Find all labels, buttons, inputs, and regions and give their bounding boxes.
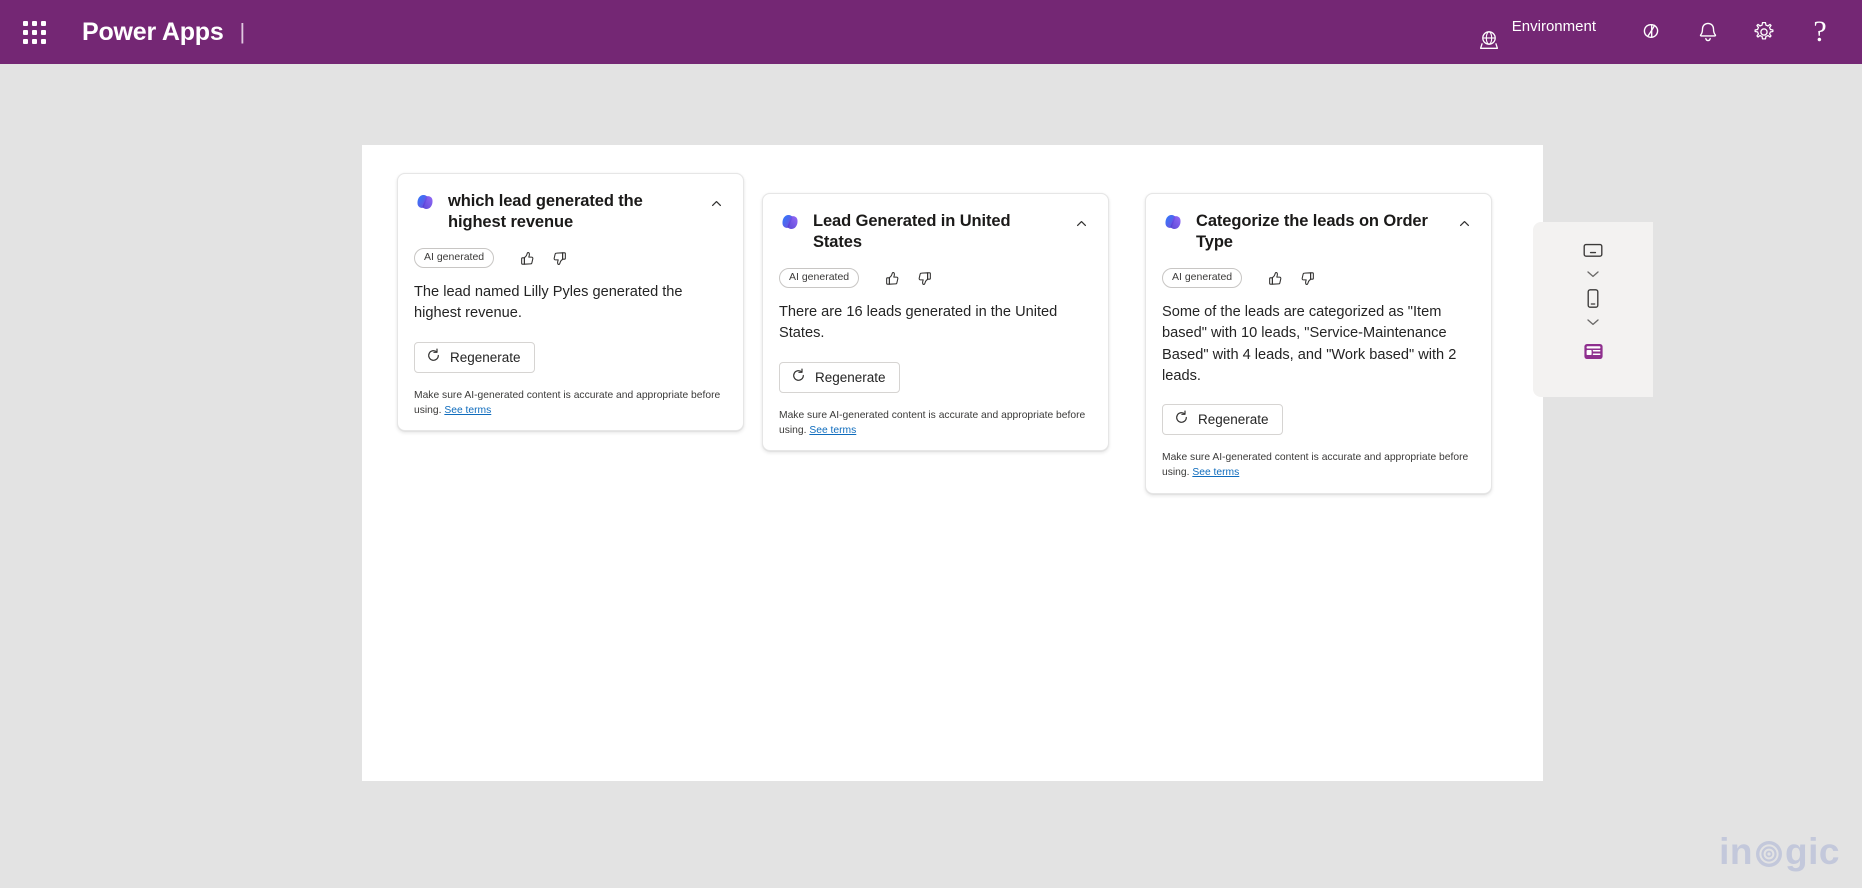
regenerate-button[interactable]: Regenerate xyxy=(1162,403,1283,435)
see-terms-link[interactable]: See terms xyxy=(444,405,491,416)
device-preview-panel xyxy=(1533,222,1653,397)
feedback-vote-group xyxy=(516,247,570,269)
ai-disclaimer: Make sure AI-generated content is accura… xyxy=(779,408,1092,439)
desktop-monitor-icon[interactable] xyxy=(1578,238,1608,264)
app-launcher-waffle-icon[interactable] xyxy=(10,0,58,64)
card-answer-text: There are 16 leads generated in the Unit… xyxy=(779,304,1058,342)
brand-divider: | xyxy=(239,19,246,44)
waffle-dot xyxy=(22,29,28,35)
mobile-phone-icon[interactable] xyxy=(1578,286,1608,312)
waffle-dot xyxy=(22,38,28,44)
copilot-icon xyxy=(414,191,436,213)
waffle-dots xyxy=(22,20,46,44)
card-title: which lead generated the highest revenue xyxy=(448,192,643,232)
card-title: Lead Generated in United States xyxy=(813,212,1011,252)
card-answer-text: The lead named Lilly Pyles generated the… xyxy=(414,284,683,322)
copilot-icon xyxy=(1162,211,1184,233)
environment-label: Environment xyxy=(1511,18,1596,35)
product-brand-name[interactable]: Power Apps xyxy=(82,18,224,47)
thumbs-down-icon[interactable] xyxy=(913,267,935,289)
thumbs-down-icon[interactable] xyxy=(548,247,570,269)
waffle-dot xyxy=(40,20,46,26)
refresh-icon xyxy=(426,348,441,366)
waffle-dot xyxy=(40,29,46,35)
question-mark-icon[interactable]: ? xyxy=(1792,4,1848,60)
environment-globe-icon xyxy=(1476,27,1502,58)
bell-icon[interactable] xyxy=(1680,4,1736,60)
copilot-icon xyxy=(779,211,801,233)
feedback-vote-group xyxy=(1264,267,1318,289)
inogic-watermark: in gic xyxy=(1719,833,1840,870)
chevron-down-icon[interactable] xyxy=(1580,265,1606,283)
help-glyph: ? xyxy=(1813,15,1827,48)
card-answer-text: Some of the leads are categorized as "It… xyxy=(1162,304,1457,384)
waffle-dot xyxy=(31,20,37,26)
ai-generated-badge: AI generated xyxy=(414,248,495,269)
waffle-dot xyxy=(22,20,28,26)
chevron-up-icon[interactable] xyxy=(1453,212,1475,234)
card-meta-row: AI generated xyxy=(414,247,727,269)
ai-generated-badge: AI generated xyxy=(779,268,860,289)
thumbs-up-icon[interactable] xyxy=(1264,267,1286,289)
see-terms-link[interactable]: See terms xyxy=(1192,467,1239,478)
regenerate-label: Regenerate xyxy=(815,369,886,385)
copilot-ribbon-icon[interactable] xyxy=(1624,4,1680,60)
ai-generated-badge: AI generated xyxy=(1162,268,1243,289)
card-title: Categorize the leads on Order Type xyxy=(1196,212,1428,252)
feedback-vote-group xyxy=(881,267,935,289)
regenerate-button[interactable]: Regenerate xyxy=(779,361,900,393)
waffle-dot xyxy=(40,38,46,44)
gear-icon[interactable] xyxy=(1736,4,1792,60)
card-meta-row: AI generated xyxy=(779,267,1092,289)
thumbs-down-icon[interactable] xyxy=(1296,267,1318,289)
ai-disclaimer: Make sure AI-generated content is accura… xyxy=(1162,450,1475,481)
watermark-text-after: gic xyxy=(1785,831,1840,872)
ai-disclaimer: Make sure AI-generated content is accura… xyxy=(414,388,727,419)
copilot-card: Categorize the leads on Order Type AI ge… xyxy=(1145,193,1492,494)
environment-selector[interactable]: Environment xyxy=(1476,0,1596,64)
thumbs-up-icon[interactable] xyxy=(881,267,903,289)
refresh-icon xyxy=(791,368,806,386)
waffle-dot xyxy=(31,38,37,44)
copilot-card: which lead generated the highest revenue… xyxy=(397,173,744,432)
see-terms-link[interactable]: See terms xyxy=(809,425,856,436)
thumbs-up-icon[interactable] xyxy=(516,247,538,269)
regenerate-label: Regenerate xyxy=(450,349,521,365)
card-meta-row: AI generated xyxy=(1162,267,1475,289)
app-root: Power Apps | Environment ? which lead ge… xyxy=(0,0,1862,888)
regenerate-button[interactable]: Regenerate xyxy=(414,341,535,373)
copilot-card: Lead Generated in United States AI gener… xyxy=(762,193,1109,452)
card-header: Lead Generated in United States xyxy=(779,210,1092,253)
watermark-text-before: in xyxy=(1719,831,1754,872)
card-header: Categorize the leads on Order Type xyxy=(1162,210,1475,253)
chevron-down-icon[interactable] xyxy=(1580,313,1606,331)
waffle-dot xyxy=(31,29,37,35)
topbar-icon-group: ? xyxy=(1624,4,1848,60)
regenerate-label: Regenerate xyxy=(1198,411,1269,427)
chevron-up-icon[interactable] xyxy=(1070,212,1092,234)
refresh-icon xyxy=(1174,410,1189,428)
watermark-o-glyph xyxy=(1754,839,1784,869)
form-card-icon[interactable] xyxy=(1580,340,1606,362)
card-header: which lead generated the highest revenue xyxy=(414,190,727,233)
chevron-up-icon[interactable] xyxy=(705,192,727,214)
top-navigation-bar: Power Apps | Environment ? xyxy=(0,0,1862,64)
